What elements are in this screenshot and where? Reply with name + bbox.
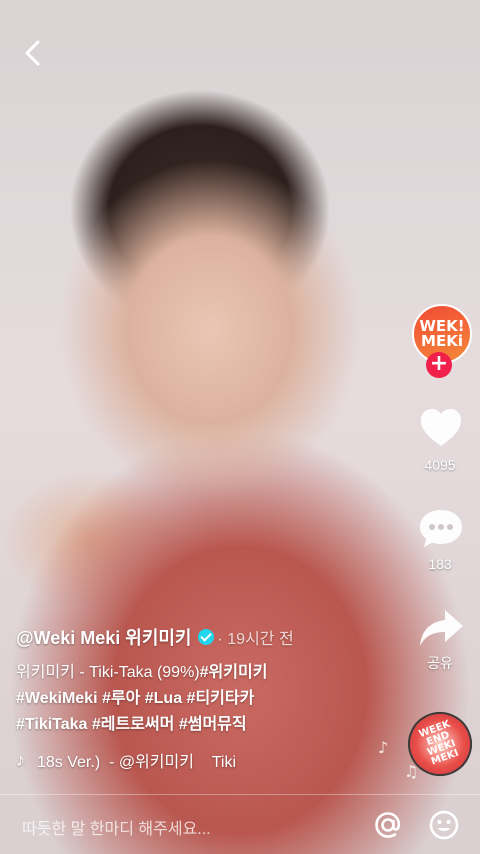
emoji-icon[interactable] [428, 809, 460, 841]
like-heart-icon[interactable] [417, 404, 465, 452]
hashtag-link[interactable]: #위키미키 [200, 664, 268, 681]
comment-count: 183 [428, 556, 452, 572]
avatar-text-bottom: MEKi [421, 332, 463, 350]
creator-username[interactable]: @Weki Meki 위키미키 [16, 624, 192, 650]
comment-input[interactable]: 따듯한 말 한마디 해주세요... [22, 815, 211, 839]
video-caption: @Weki Meki 위키미키 · 19시간 전 위키미키 - Tiki-Tak… [16, 624, 406, 738]
caption-line-3[interactable]: #TikiTaka #레트로써머 #썸머뮤직 [16, 712, 406, 738]
caption-song-title: 위키미키 - Tiki-Taka (99%) [16, 664, 200, 681]
comment-bubble-icon[interactable] [417, 504, 465, 552]
video-screen[interactable]: WEK! MEKi + 4095 183 공유 ♪ ♫ WEEK END WEK… [0, 0, 480, 854]
user-line: @Weki Meki 위키미키 · 19시간 전 [16, 624, 406, 650]
verified-badge-icon [197, 629, 214, 645]
caption-line-1: 위키미키 - Tiki-Taka (99%)#위키미키 [16, 660, 406, 686]
music-note-icon: ♪ [16, 749, 25, 770]
caption-description: 위키미키 - Tiki-Taka (99%)#위키미키 #WekiMeki #루… [16, 660, 406, 738]
back-arrow-icon[interactable] [18, 36, 48, 70]
follow-button[interactable]: + [426, 352, 452, 378]
post-time: · 19시간 전 [217, 631, 294, 648]
comment-bar: 따듯한 말 한마디 해주세요... [0, 794, 480, 854]
mention-at-icon[interactable] [372, 809, 404, 841]
music-title: 18s Ver.) - @위키미키 Tiki [37, 754, 237, 771]
music-disc-text: WEEK END WEKI MEKI [417, 718, 461, 768]
share-label: 공유 [427, 655, 453, 671]
caption-line-2[interactable]: #WekiMeki #루아 #Lua #티키타카 [16, 686, 406, 712]
like-count: 4095 [424, 457, 456, 473]
share-arrow-icon[interactable] [417, 604, 465, 652]
music-info[interactable]: ♪ 18s Ver.) - @위키미키 Tiki [16, 748, 406, 772]
